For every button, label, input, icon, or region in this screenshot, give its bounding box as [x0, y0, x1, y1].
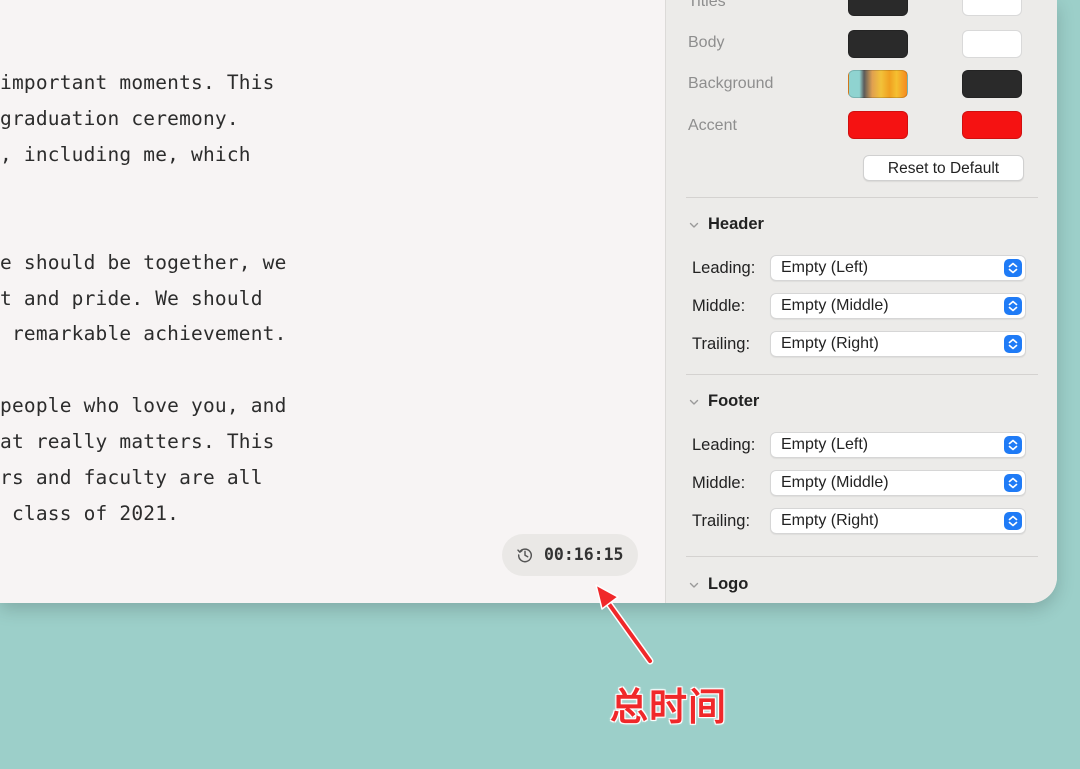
editor-line: at really matters. This — [0, 430, 275, 453]
select-value: Empty (Middle) — [781, 474, 889, 491]
section-title-logo: Logo — [708, 575, 749, 593]
header-trailing-label: Trailing: — [692, 335, 751, 353]
editor-line: graduation ceremony. — [0, 107, 239, 130]
divider — [686, 556, 1038, 557]
body-dark-swatch[interactable] — [962, 30, 1022, 58]
editor-line: remarkable achievement. — [0, 322, 287, 345]
header-middle-select[interactable]: Empty (Middle) — [770, 293, 1026, 319]
titles-dark-swatch[interactable] — [962, 0, 1022, 16]
footer-leading-label: Leading: — [692, 436, 756, 454]
annotation-label: 总时间 — [610, 687, 728, 729]
annotation-arrow-icon — [595, 584, 654, 665]
select-value: Empty (Right) — [781, 335, 879, 352]
timer-value: 00:16:15 — [544, 545, 624, 564]
color-label-accent: Accent — [688, 117, 737, 134]
stepper-icon — [1004, 297, 1022, 315]
footer-trailing-label: Trailing: — [692, 512, 751, 530]
background-light-swatch[interactable] — [848, 70, 908, 98]
app-window: important moments. This graduation cerem… — [0, 0, 1057, 603]
settings-panel: Titles Body Background Accent Reset to D… — [665, 0, 1057, 603]
header-middle-label: Middle: — [692, 297, 746, 315]
stepper-icon — [1004, 474, 1022, 492]
chevron-down-icon — [689, 399, 699, 405]
background-dark-swatch[interactable] — [962, 70, 1022, 98]
editor-line: people who love you, and — [0, 394, 287, 417]
divider — [686, 197, 1038, 198]
editor-line: e should be together, we — [0, 251, 287, 274]
editor-line: important moments. This — [0, 71, 275, 94]
footer-middle-select[interactable]: Empty (Middle) — [770, 470, 1026, 496]
editor-line: t and pride. We should — [0, 287, 263, 310]
stepper-icon — [1004, 335, 1022, 353]
section-title-header: Header — [708, 215, 764, 233]
footer-middle-label: Middle: — [692, 474, 746, 492]
session-timer[interactable]: 00:16:15 — [502, 534, 638, 576]
history-clock-icon — [517, 548, 532, 563]
accent-light-swatch[interactable] — [848, 111, 908, 139]
select-value: Empty (Middle) — [781, 297, 889, 314]
editor-line: class of 2021. — [0, 502, 180, 525]
header-trailing-select[interactable]: Empty (Right) — [770, 331, 1026, 357]
text-editor[interactable]: important moments. This graduation cerem… — [0, 0, 665, 603]
editor-line: , including me, which — [0, 143, 251, 166]
divider — [686, 374, 1038, 375]
select-value: Empty (Right) — [781, 512, 879, 529]
header-leading-label: Leading: — [692, 259, 756, 277]
color-label-body: Body — [688, 34, 725, 51]
chevron-down-icon — [689, 222, 699, 228]
accent-dark-swatch[interactable] — [962, 111, 1022, 139]
footer-trailing-select[interactable]: Empty (Right) — [770, 508, 1026, 534]
section-title-footer: Footer — [708, 392, 760, 410]
stepper-icon — [1004, 512, 1022, 530]
body-light-swatch[interactable] — [848, 30, 908, 58]
reset-to-default-button[interactable]: Reset to Default — [863, 155, 1024, 181]
select-value: Empty (Left) — [781, 259, 869, 276]
stepper-icon — [1004, 436, 1022, 454]
chevron-down-icon — [689, 582, 699, 588]
header-leading-select[interactable]: Empty (Left) — [770, 255, 1026, 281]
color-label-titles: Titles — [688, 0, 726, 10]
footer-leading-select[interactable]: Empty (Left) — [770, 432, 1026, 458]
select-value: Empty (Left) — [781, 436, 869, 453]
titles-light-swatch[interactable] — [848, 0, 908, 16]
color-label-background: Background — [688, 75, 774, 92]
stepper-icon — [1004, 259, 1022, 277]
editor-line: rs and faculty are all — [0, 466, 263, 489]
